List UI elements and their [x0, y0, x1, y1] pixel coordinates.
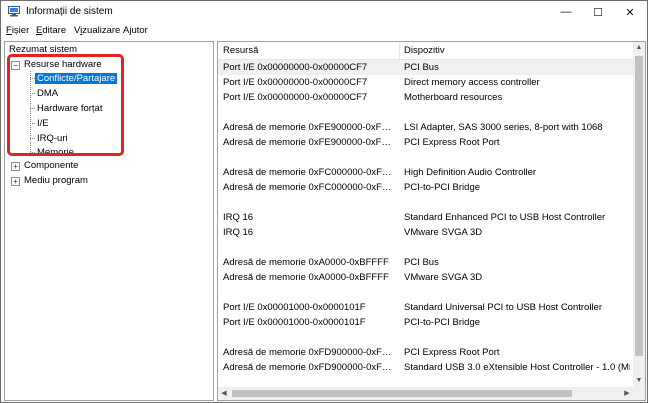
tree-item-irqs[interactable]: IRQ-uri	[35, 133, 70, 144]
cell-resource: Port I/E 0x00000000-0x00000CF7	[223, 77, 368, 88]
table-row[interactable]	[218, 285, 633, 300]
horizontal-scrollbar[interactable]: ◀ ▶	[218, 387, 633, 400]
cell-resource: IRQ 16	[223, 227, 254, 238]
cell-device: PCI Express Root Port	[404, 347, 500, 358]
cell-device: PCI Express Root Port	[404, 137, 500, 148]
cell-resource: Port I/E 0x00001000-0x0000101F	[223, 317, 366, 328]
menu-edit[interactable]: Editare	[36, 25, 66, 36]
cell-device: LSI Adapter, SAS 3000 series, 8-port wit…	[404, 122, 603, 133]
table-row[interactable]: Adresă de memorie 0xA0000-0xBFFFF PCI Bus	[218, 255, 633, 270]
column-header-resource[interactable]: Resursă	[223, 45, 258, 56]
table-row[interactable]: Port I/E 0x00001000-0x0000101F PCI-to-PCI…	[218, 315, 633, 330]
collapse-icon[interactable]: −	[11, 61, 20, 70]
cell-device: High Definition Audio Controller	[404, 167, 537, 178]
tree-item-dma[interactable]: DMA	[35, 88, 60, 99]
cell-resource: IRQ 16	[223, 212, 254, 223]
menu-edit-label: ditare	[42, 25, 67, 36]
tree-item-memory[interactable]: Memorie	[35, 147, 76, 158]
cell-device: VMware SVGA 3D	[404, 227, 483, 238]
table-row[interactable]	[218, 105, 633, 120]
cell-device: VMware SVGA 3D	[404, 272, 483, 283]
cell-device: Motherboard resources	[404, 92, 503, 103]
app-window: Informații de sistem — ☐ ✕ Fișier Editar…	[0, 0, 648, 403]
table-row[interactable]: Port I/E 0x00000000-0x00000CF7 Motherboar…	[218, 90, 633, 105]
menu-view[interactable]: Vizualizare	[74, 25, 120, 36]
tree-item-system-summary[interactable]: Rezumat sistem	[9, 44, 77, 55]
table-row[interactable]	[218, 240, 633, 255]
details-list[interactable]: Resursă Dispozitiv Port I/E 0x00000000-0…	[217, 41, 646, 401]
table-row[interactable]: Adresă de memorie 0xFD900000-0xFD9... Sta…	[218, 360, 633, 375]
table-row[interactable]	[218, 330, 633, 345]
tree-item-components[interactable]: Componente	[24, 160, 78, 171]
table-row[interactable]: Port I/E 0x00001000-0x0000101F Standard U…	[218, 300, 633, 315]
cell-device: PCI-to-PCI Bridge	[404, 182, 481, 193]
maximize-icon: ☐	[593, 6, 603, 19]
close-button[interactable]: ✕	[614, 1, 646, 23]
tree-item-software-environment[interactable]: Mediu program	[24, 175, 88, 186]
scrollbar-corner	[633, 387, 645, 400]
menu-file-label: ișier	[11, 25, 30, 36]
scroll-right-icon[interactable]: ▶	[621, 387, 633, 400]
minimize-button[interactable]: —	[550, 1, 582, 23]
menu-help[interactable]: Ajutor	[123, 25, 148, 36]
scroll-down-icon[interactable]: ▼	[633, 375, 645, 387]
system-information-icon	[8, 6, 20, 17]
horizontal-scroll-thumb[interactable]	[232, 390, 572, 397]
menu-help-label: utor	[131, 25, 148, 36]
cell-resource: Adresă de memorie 0xA0000-0xBFFFF	[223, 272, 389, 283]
cell-device: PCI-to-PCI Bridge	[404, 317, 481, 328]
vertical-scroll-thumb[interactable]	[635, 56, 643, 356]
cell-device: Direct memory access controller	[404, 77, 540, 88]
table-row[interactable]: Adresă de memorie 0xFE900000-0xFE90... LS…	[218, 120, 633, 135]
cell-resource: Adresă de memorie 0xFD900000-0xFD9...	[223, 347, 395, 358]
tree-item-conflicts-sharing[interactable]: Conflicte/Partajare	[35, 73, 118, 84]
cell-resource: Port I/E 0x00001000-0x0000101F	[223, 302, 366, 313]
cell-device: Standard USB 3.0 eXtensible Host Control…	[404, 362, 630, 373]
tree-item-io[interactable]: I/E	[35, 118, 51, 129]
expand-icon[interactable]: +	[11, 162, 20, 171]
cell-resource: Adresă de memorie 0xFD900000-0xFD9...	[223, 362, 395, 373]
list-header: Resursă Dispozitiv	[218, 42, 633, 60]
cell-resource: Adresă de memorie 0xFC000000-0xFC0...	[223, 167, 395, 178]
cell-device: PCI Bus	[404, 62, 439, 73]
cell-resource: Port I/E 0x00000000-0x00000CF7	[223, 92, 368, 103]
expand-icon[interactable]: +	[11, 177, 20, 186]
table-row[interactable]: Adresă de memorie 0xFC000000-0xFC0... Hig…	[218, 165, 633, 180]
table-row[interactable]: Port I/E 0x00000000-0x00000CF7 PCI Bus	[218, 60, 633, 75]
table-row[interactable]: Port I/E 0x00000000-0x00000CF7 Direct mem…	[218, 75, 633, 90]
cell-resource: Adresă de memorie 0xFC000000-0xFC0...	[223, 182, 395, 193]
table-row[interactable]: Adresă de memorie 0xFE900000-0xFE90... PC…	[218, 135, 633, 150]
table-row[interactable]: IRQ 16 VMware SVGA 3D	[218, 225, 633, 240]
column-header-device[interactable]: Dispozitiv	[404, 45, 445, 56]
close-icon: ✕	[625, 6, 635, 19]
table-row[interactable]	[218, 195, 633, 210]
table-row[interactable]: Adresă de memorie 0xFC000000-0xFC0... PCI…	[218, 180, 633, 195]
scroll-left-icon[interactable]: ◀	[218, 387, 230, 400]
tree-connector-line	[30, 71, 31, 152]
column-divider[interactable]	[399, 42, 400, 59]
table-row[interactable]: IRQ 16 Standard Enhanced PCI to USB Host …	[218, 210, 633, 225]
cell-device: Standard Universal PCI to USB Host Contr…	[404, 302, 602, 313]
vertical-scrollbar[interactable]: ▲ ▼	[633, 42, 645, 387]
window-title: Informații de sistem	[26, 6, 113, 17]
cell-resource: Adresă de memorie 0xA0000-0xBFFFF	[223, 257, 389, 268]
title-bar[interactable]: Informații de sistem — ☐ ✕	[1, 1, 647, 23]
maximize-button[interactable]: ☐	[582, 1, 614, 23]
table-row[interactable]: Adresă de memorie 0xA0000-0xBFFFF VMware …	[218, 270, 633, 285]
cell-resource: Port I/E 0x00000000-0x00000CF7	[223, 62, 368, 73]
menu-bar: Fișier Editare Vizualizare Ajutor	[1, 23, 647, 39]
cell-device: Standard Enhanced PCI to USB Host Contro…	[404, 212, 606, 223]
table-row[interactable]: Adresă de memorie 0xFD900000-0xFD9... PCI…	[218, 345, 633, 360]
cell-resource: Adresă de memorie 0xFE900000-0xFE90...	[223, 137, 395, 148]
cell-device: PCI Bus	[404, 257, 439, 268]
category-tree[interactable]: Rezumat sistem − Resurse hardware Confli…	[4, 41, 214, 401]
menu-file[interactable]: Fișier	[6, 25, 29, 36]
cell-resource: Adresă de memorie 0xFE900000-0xFE90...	[223, 122, 395, 133]
minimize-icon: —	[560, 6, 572, 18]
tree-item-forced-hardware[interactable]: Hardware forțat	[35, 103, 104, 114]
tree-item-hardware-resources[interactable]: Resurse hardware	[24, 59, 102, 70]
table-row[interactable]	[218, 150, 633, 165]
menu-view-label: zualizare	[82, 25, 121, 36]
scroll-up-icon[interactable]: ▲	[633, 42, 645, 54]
